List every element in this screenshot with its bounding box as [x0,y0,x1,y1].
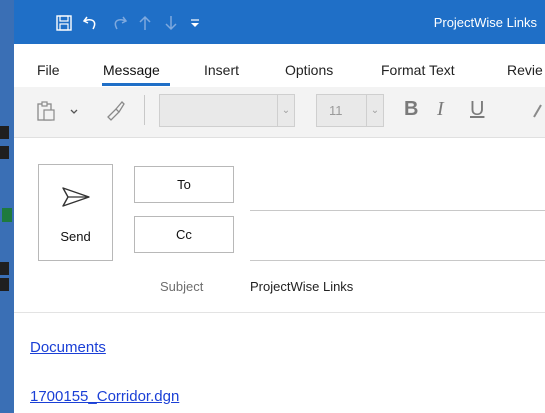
to-field[interactable] [250,210,545,211]
redo-icon[interactable] [110,14,128,32]
underline-button[interactable]: U [470,98,484,121]
undo-icon[interactable] [82,14,100,32]
background-fragment [0,262,9,275]
tab-message[interactable]: Message [103,62,160,78]
background-window-strip [0,0,14,413]
tab-options[interactable]: Options [285,62,333,78]
highlight-icon[interactable] [531,101,545,121]
excel-icon-fragment [2,208,12,222]
font-name-box[interactable]: ⌄ [159,94,295,127]
background-fragment [0,126,9,139]
tab-format-text[interactable]: Format Text [381,62,455,78]
background-fragment [0,278,9,291]
send-icon [60,185,92,214]
ribbon-tabs: File Message Insert Options Format Text … [14,44,545,87]
send-label: Send [60,229,91,244]
link-corridor-dgn[interactable]: 1700155_Corridor.dgn [30,388,179,405]
chevron-down-icon[interactable]: ⌄ [366,95,383,126]
toolbar-separator [144,95,145,125]
title-bar: ProjectWise Links [14,0,545,44]
format-painter-icon[interactable] [104,99,126,121]
down-arrow-icon[interactable] [162,14,180,32]
tab-file[interactable]: File [37,62,60,78]
ribbon-toolbar: ⌄ 11 ⌄ B I U [14,87,545,138]
subject-label: Subject [160,279,204,294]
window-title: ProjectWise Links [433,15,537,30]
save-icon[interactable] [55,14,73,32]
paste-dropdown-icon[interactable] [69,105,79,117]
background-fragment [0,146,9,159]
to-button[interactable]: To [134,166,234,203]
customize-icon[interactable] [186,14,204,32]
paste-icon[interactable] [36,100,56,122]
bold-button[interactable]: B [404,98,418,121]
header-divider [14,312,545,313]
font-size-box[interactable]: 11 ⌄ [316,94,384,127]
tab-review[interactable]: Revie [507,62,543,78]
active-tab-indicator [102,83,170,86]
send-button[interactable]: Send [38,164,113,261]
message-window: ProjectWise Links File Message Insert Op… [14,0,545,413]
cc-field[interactable] [250,260,545,261]
cc-button[interactable]: Cc [134,216,234,253]
subject-field[interactable]: ProjectWise Links [250,279,353,294]
font-size-value: 11 [329,103,343,118]
italic-button[interactable]: I [437,98,444,121]
chevron-down-icon[interactable]: ⌄ [277,95,294,126]
link-documents[interactable]: Documents [30,339,106,356]
tab-insert[interactable]: Insert [204,62,239,78]
up-arrow-icon[interactable] [136,14,154,32]
